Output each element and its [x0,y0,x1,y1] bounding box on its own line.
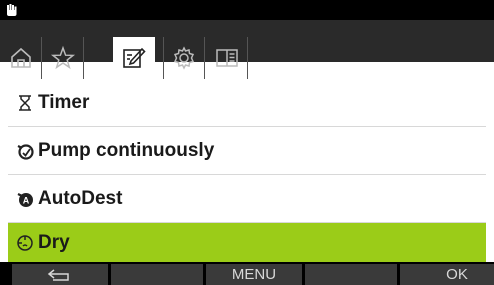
dry-icon [17,234,33,251]
tab-settings[interactable] [163,37,205,79]
list-item-label: Dry [38,231,70,253]
tab-edit[interactable] [113,37,155,79]
list-item-autodest[interactable]: A AutoDest [8,175,486,223]
back-button[interactable] [12,264,108,285]
softkey-4[interactable] [305,264,397,285]
star-icon [50,45,75,70]
hand-icon [7,4,17,16]
tab-favorites[interactable] [42,37,84,79]
list-item-label: Timer [38,91,90,113]
ok-button[interactable]: OK [400,264,494,285]
menu-button[interactable]: MENU [206,264,302,285]
pump-icon [17,143,34,160]
list-item-label: Pump continuously [38,139,215,161]
tab-manual[interactable] [206,37,248,79]
gear-icon [173,46,195,70]
hourglass-icon [19,94,31,111]
svg-text:A: A [23,195,30,205]
tab-home[interactable] [0,37,42,79]
list-item-label: AutoDest [38,187,123,209]
status-bar [0,0,494,20]
home-icon [10,47,31,68]
list-item-pump-continuously[interactable]: Pump continuously [8,127,486,175]
menu-label: MENU [231,266,277,283]
softkey-2[interactable] [111,264,203,285]
ok-label: OK [446,266,468,283]
book-icon [215,49,238,67]
pump-auto-icon: A [17,192,33,207]
list-item-dry[interactable]: Dry [8,223,486,262]
list-item-timer[interactable]: Timer [8,79,486,127]
back-arrow-icon [47,268,69,281]
edit-icon [123,47,146,68]
